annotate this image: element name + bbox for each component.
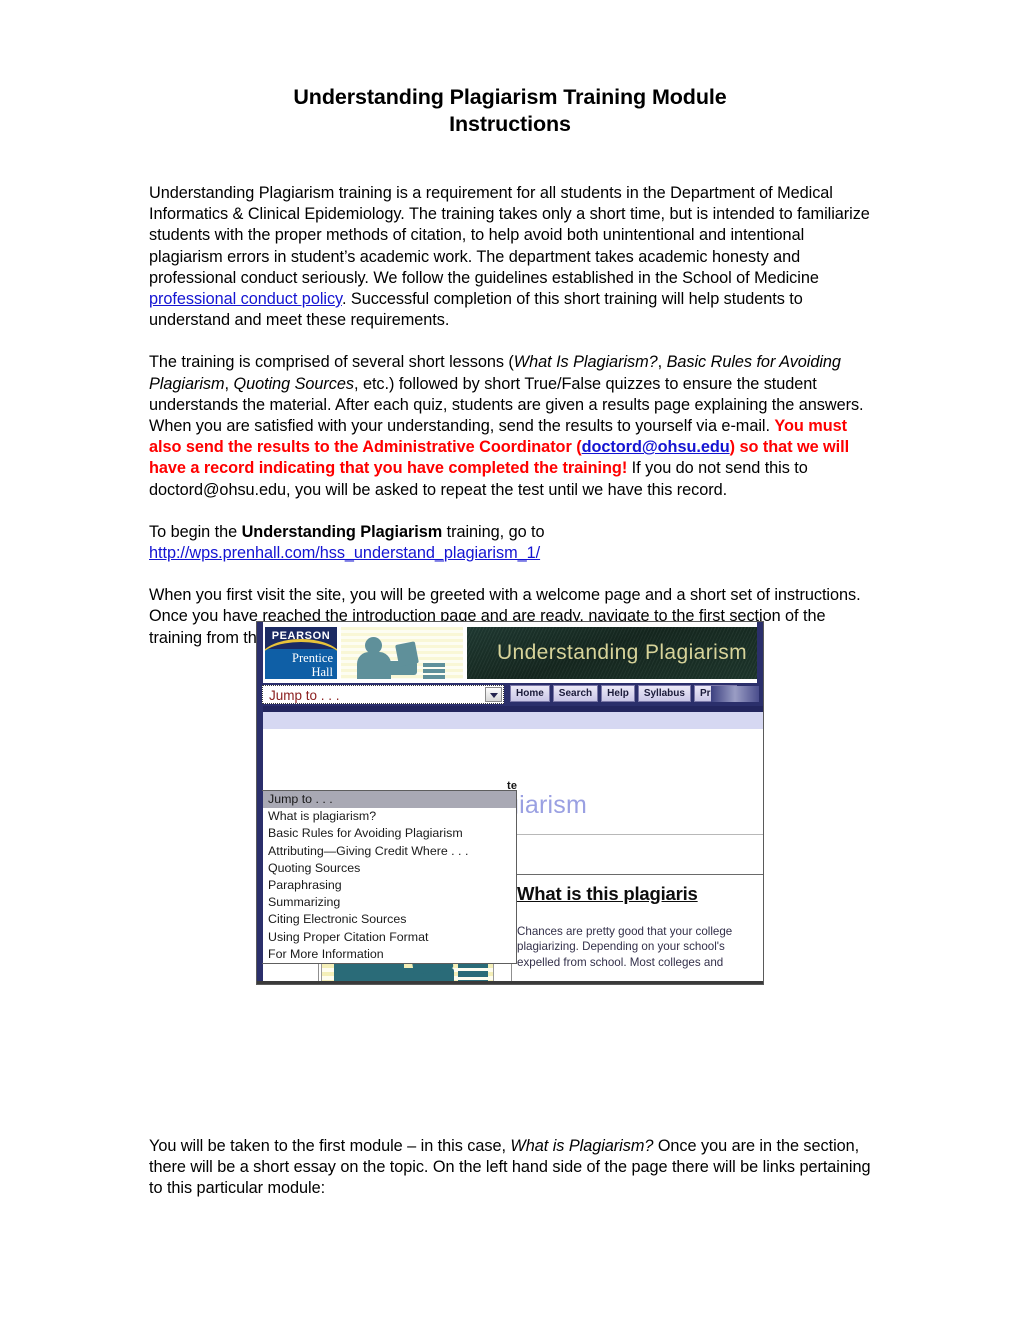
paragraph-1: Understanding Plagiarism training is a r… <box>149 183 871 331</box>
site-header: PEARSON Prentice Hall Understanding Plag… <box>257 622 763 683</box>
document-body: Understanding Plagiarism training is a r… <box>149 183 871 649</box>
content-lavender-band <box>263 712 763 729</box>
nav-button-help[interactable]: Help <box>601 685 635 702</box>
p3-bold-understanding-plagiarism: Understanding Plagiarism <box>241 522 443 541</box>
dropdown-option-quoting-sources[interactable]: Quoting Sources <box>263 860 516 877</box>
obscured-title-fragment: giarism <box>505 791 587 819</box>
dropdown-option-attributing[interactable]: Attributing—Giving Credit Where . . . <box>263 843 516 860</box>
dropdown-option-for-more-information[interactable]: For More Information <box>263 946 516 963</box>
article-panel: What is this plagiaris Chances are prett… <box>513 875 763 984</box>
paragraph-5: You will be taken to the first module – … <box>149 1136 871 1200</box>
silhouette-book-3 <box>423 675 445 679</box>
title-line-1: Understanding Plagiarism Training Module <box>293 85 727 109</box>
article-body-line-1: Chances are pretty good that your colleg… <box>517 925 733 938</box>
toolbar-gradient-decoration <box>711 686 759 702</box>
p5-italic-what-is-plagiarism: What is Plagiarism? <box>510 1137 654 1155</box>
site-toolbar: Jump to . . . Home Search Help Syllabus … <box>257 683 763 706</box>
nav-button-group: Home Search Help Syllabus Profile <box>510 685 738 702</box>
banner-title: Understanding Plagiarism <box>496 641 747 664</box>
silhouette-book-2 <box>423 669 445 673</box>
p2-seg-2: , <box>657 353 667 372</box>
p3-seg-1: To begin the <box>149 522 242 541</box>
article-body-line-3: expelled from school. Most colleges and <box>517 955 724 969</box>
nav-button-home[interactable]: Home <box>510 685 550 702</box>
dropdown-option-jump-to[interactable]: Jump to . . . <box>263 791 516 809</box>
article-body: Chances are pretty good that your colleg… <box>517 924 763 970</box>
header-left-rail <box>257 622 263 683</box>
document-page: Understanding Plagiarism Training Module… <box>0 0 1020 1320</box>
silhouette-torso <box>357 652 391 679</box>
dropdown-option-what-is-plagiarism[interactable]: What is plagiarism? <box>263 808 516 825</box>
silhouette-head <box>365 637 382 654</box>
dropdown-option-citing-electronic-sources[interactable]: Citing Electronic Sources <box>263 911 516 928</box>
logo-imprint-line-2: Hall <box>311 664 333 679</box>
logo-imprint-text: Prentice Hall <box>265 651 333 679</box>
silhouette-book-1 <box>423 663 445 667</box>
dropdown-option-using-proper-citation-format[interactable]: Using Proper Citation Format <box>263 929 516 946</box>
logo-imprint-line-1: Prentice <box>292 651 333 665</box>
embedded-screenshot: PEARSON Prentice Hall Understanding Plag… <box>256 621 764 985</box>
nav-button-search[interactable]: Search <box>552 685 599 702</box>
p2-seg-1: The training is comprised of several sho… <box>149 353 514 372</box>
p2-italic-what-is-plagiarism: What Is Plagiarism? <box>513 353 658 372</box>
jump-to-dropdown-list[interactable]: Jump to . . . What is plagiarism? Basic … <box>258 790 517 965</box>
article-body-line-2: plagiarizing. Depending on your school's <box>517 940 725 954</box>
logo-brand-text: PEARSON <box>271 630 331 642</box>
professional-conduct-policy-link[interactable]: professional conduct policy <box>149 290 342 308</box>
page-title: Understanding Plagiarism Training Module… <box>150 84 870 138</box>
dropdown-left-rail <box>258 791 263 964</box>
document-body-continued: You will be taken to the first module – … <box>149 1136 871 1200</box>
header-right-rail <box>757 622 763 683</box>
paragraph-2: The training is comprised of several sho… <box>149 352 871 500</box>
silhouette-book-2 <box>458 971 488 977</box>
jump-to-select[interactable]: Jump to . . . <box>262 685 504 704</box>
p5-seg-1: You will be taken to the first module – … <box>149 1137 511 1155</box>
coordinator-email-link[interactable]: doctord@ohsu.edu <box>582 438 730 456</box>
article-heading: What is this plagiaris <box>517 883 698 904</box>
site-banner: Understanding Plagiarism <box>467 627 757 679</box>
p2-italic-quoting-sources: Quoting Sources <box>233 374 354 393</box>
screenshot-bottom-rail <box>257 981 763 984</box>
title-line-2: Instructions <box>449 112 571 136</box>
dropdown-option-paraphrasing[interactable]: Paraphrasing <box>263 877 516 894</box>
paragraph-1-text-before-link: Understanding Plagiarism training is a r… <box>149 184 870 287</box>
silhouette-desk <box>385 661 417 675</box>
training-site-url-link[interactable]: http://wps.prenhall.com/hss_understand_p… <box>149 544 540 562</box>
chevron-down-icon[interactable] <box>485 687 502 702</box>
student-at-computer-illustration-small <box>341 627 463 679</box>
paragraph-3: To begin the Understanding Plagiarism tr… <box>149 522 871 564</box>
content-divider <box>505 834 763 835</box>
pearson-prentice-hall-logo[interactable]: PEARSON Prentice Hall <box>265 627 337 679</box>
site-content: te giarism Jump to . . . What is plagiar… <box>257 706 763 984</box>
dropdown-option-basic-rules[interactable]: Basic Rules for Avoiding Plagiarism <box>263 825 516 842</box>
p3-seg-2: training, go to <box>442 522 545 541</box>
silhouette-monitor <box>395 641 419 667</box>
jump-to-select-value: Jump to . . . <box>269 688 340 703</box>
dropdown-option-summarizing[interactable]: Summarizing <box>263 894 516 911</box>
nav-button-syllabus[interactable]: Syllabus <box>637 685 691 702</box>
screenshot-canvas: PEARSON Prentice Hall Understanding Plag… <box>257 622 763 984</box>
